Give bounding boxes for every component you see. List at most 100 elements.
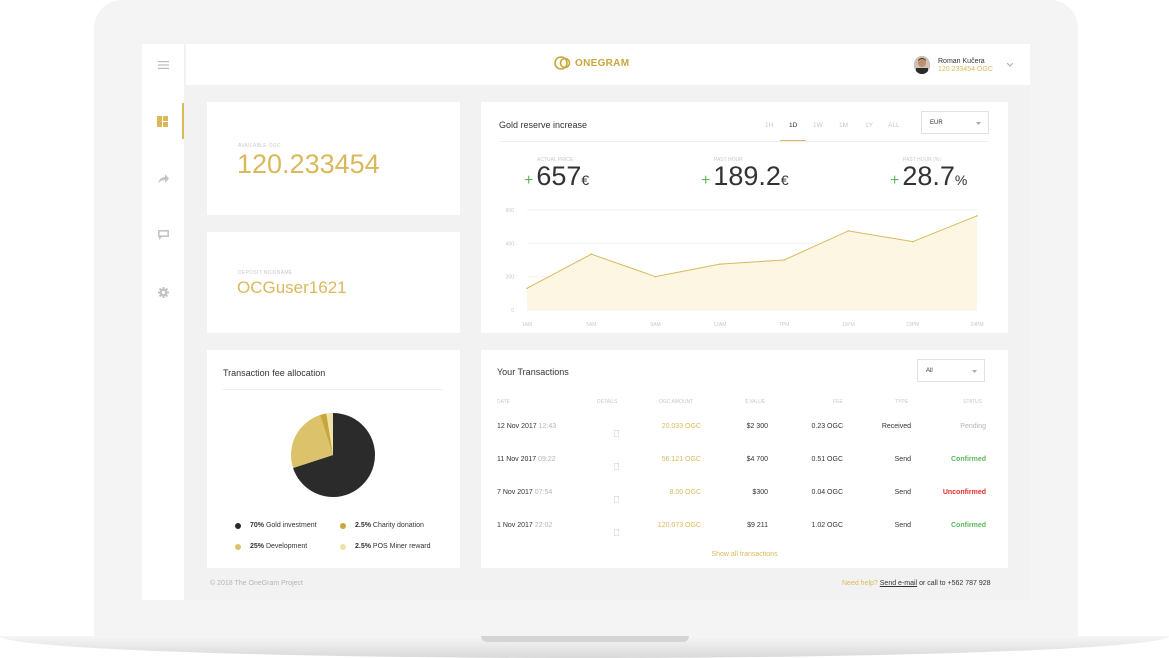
tx-value: $4 700 [746, 456, 768, 463]
onegram-logo[interactable]: ONEGRAM [554, 56, 629, 70]
table-row[interactable]: 7 Nov 2017 07:54 8.00 OGC $300 0.04 OGC Send… [481, 489, 1008, 504]
tx-time: 09:22 [538, 456, 556, 463]
legend-label: Development [265, 543, 308, 550]
stat-value: 189.2 [713, 161, 781, 191]
tx-fee: 1.02 OGC [811, 522, 843, 529]
tx-type: Send [894, 522, 911, 529]
tx-date-text: 1 Nov 2017 [497, 522, 535, 529]
menu-icon[interactable] [142, 47, 184, 83]
tx-type: Send [894, 456, 911, 463]
top-bar: ONEGRAM Roman Kučera 120.233454 OGC [186, 44, 1030, 85]
chat-icon[interactable] [142, 217, 184, 253]
x-tick-label: 1AM [522, 322, 532, 328]
tx-amount: 56.121 OGC [661, 456, 701, 463]
transaction-filter-select[interactable]: All [917, 359, 985, 382]
help-text: Need help? [842, 580, 878, 587]
table-row[interactable]: 12 Nov 2017 12:43 20.033 OGC $2 300 0.23 OG… [481, 423, 1008, 438]
x-tick-label: 7PM [779, 322, 789, 328]
stat-past-hour: +189.2 € [701, 161, 789, 192]
user-balance: 120.233454 OGC [938, 66, 993, 73]
timeframe-1y[interactable]: 1Y [865, 122, 873, 129]
col-date: DATE [497, 399, 510, 405]
chevron-down-icon [972, 370, 977, 373]
chevron-down-icon [1006, 63, 1013, 67]
plus-icon: + [524, 172, 534, 189]
col-fee: FEE [833, 399, 843, 405]
fee-pie-chart [291, 413, 375, 497]
document-icon[interactable] [613, 523, 620, 541]
tx-amount: 120.073 OGC [657, 522, 701, 529]
footer-copyright: © 2018 The OneGram Project [210, 580, 303, 587]
data-point [847, 230, 850, 232]
call-text: or call to +562 787 928 [919, 580, 991, 587]
legend-dot [340, 522, 346, 529]
timeframe-all[interactable]: ALL [888, 122, 900, 129]
user-menu[interactable]: Roman Kučera 120.233454 OGC [914, 56, 1013, 74]
deposit-nickname: OCGuser1621 [237, 278, 347, 297]
data-point [526, 287, 528, 290]
col-type: TYPE [895, 399, 909, 405]
area-fill [527, 215, 977, 310]
y-tick-label: 600 [506, 208, 515, 214]
show-all-transactions-link[interactable]: Show all transactions [481, 551, 1008, 558]
timeframe-1m[interactable]: 1M [839, 122, 848, 129]
tx-amount: 8.00 OGC [669, 489, 701, 496]
tx-fee: 0.04 OGC [811, 489, 843, 496]
document-icon[interactable] [613, 457, 620, 475]
tx-time: 22:02 [534, 522, 553, 529]
data-point [719, 263, 721, 265]
timeframe-1d[interactable]: 1D [789, 122, 797, 129]
stat-actual-price: +657 € [524, 161, 589, 192]
x-tick-label: 11PM [842, 322, 855, 328]
table-row[interactable]: 1 Nov 2017 22:02 120.073 OGC $9 211 1.02 OG… [481, 522, 1008, 537]
send-email-link[interactable]: Send e-mail [880, 580, 917, 587]
tx-date: 7 Nov 2017 07:54 [497, 489, 552, 496]
transactions-card: Your Transactions All DATE DETAILS OGC A… [481, 350, 1008, 568]
timeframe-1w[interactable]: 1W [813, 122, 823, 129]
tx-value: $2 300 [746, 423, 768, 430]
currency-select[interactable]: EUR [921, 111, 989, 134]
tx-status: Confirmed [951, 456, 986, 463]
legend-dot [340, 543, 346, 550]
plus-icon: + [890, 172, 900, 189]
timeframe-1h[interactable]: 1H [765, 122, 773, 129]
sidebar [142, 44, 184, 600]
tx-date: 1 Nov 2017 22:02 [497, 522, 552, 529]
tx-value: $9 211 [747, 522, 768, 529]
balance-value: 120.233454 [237, 149, 380, 179]
y-tick-label: 200 [506, 275, 515, 281]
data-point [911, 240, 914, 243]
table-row[interactable]: 11 Nov 2017 09:22 56.121 OGC $4 700 0.51 OG… [481, 456, 1008, 471]
chevron-down-icon [976, 122, 981, 125]
document-icon[interactable] [613, 424, 620, 442]
col-details: DETAILS [597, 399, 618, 405]
reserve-title: Gold reserve increase [499, 120, 588, 130]
footer-help: Need help? Send e-mail or call to +562 7… [842, 580, 991, 587]
transactions-title: Your Transactions [497, 367, 569, 377]
y-tick-label: 400 [506, 241, 515, 247]
stat-past-hour-pct: +28.7% [890, 161, 967, 192]
legend-charity: 2.5% Charity donation [340, 522, 424, 529]
gear-icon[interactable] [142, 274, 184, 310]
tx-time: 07:54 [534, 489, 553, 496]
x-tick-label: 12AM [713, 322, 726, 328]
data-point [783, 259, 785, 261]
send-icon[interactable] [142, 160, 184, 196]
tx-date-text: 7 Nov 2017 [497, 489, 535, 496]
data-point [590, 253, 593, 255]
legend-dot [235, 543, 241, 550]
tx-type: Send [894, 489, 911, 496]
tx-status: Confirmed [951, 522, 986, 529]
legend-pct: 2.5% [355, 522, 371, 529]
legend-pct: 70% [250, 522, 265, 529]
y-tick-label: 0 [511, 308, 514, 314]
gold-reserve-card: Gold reserve increase 1H 1D 1W 1M 1Y ALL… [481, 102, 1008, 333]
legend-pct: 2.5% [355, 543, 371, 550]
tx-date: 11 Nov 2017 09:22 [497, 456, 556, 463]
document-icon[interactable] [613, 490, 620, 508]
legend-gold-investment: 70% Gold investment [235, 522, 317, 529]
logo-mark-icon [554, 56, 571, 70]
legend-label: POS Miner reward [372, 543, 431, 550]
dashboard-icon[interactable] [142, 103, 184, 139]
laptop-notch [481, 636, 689, 642]
